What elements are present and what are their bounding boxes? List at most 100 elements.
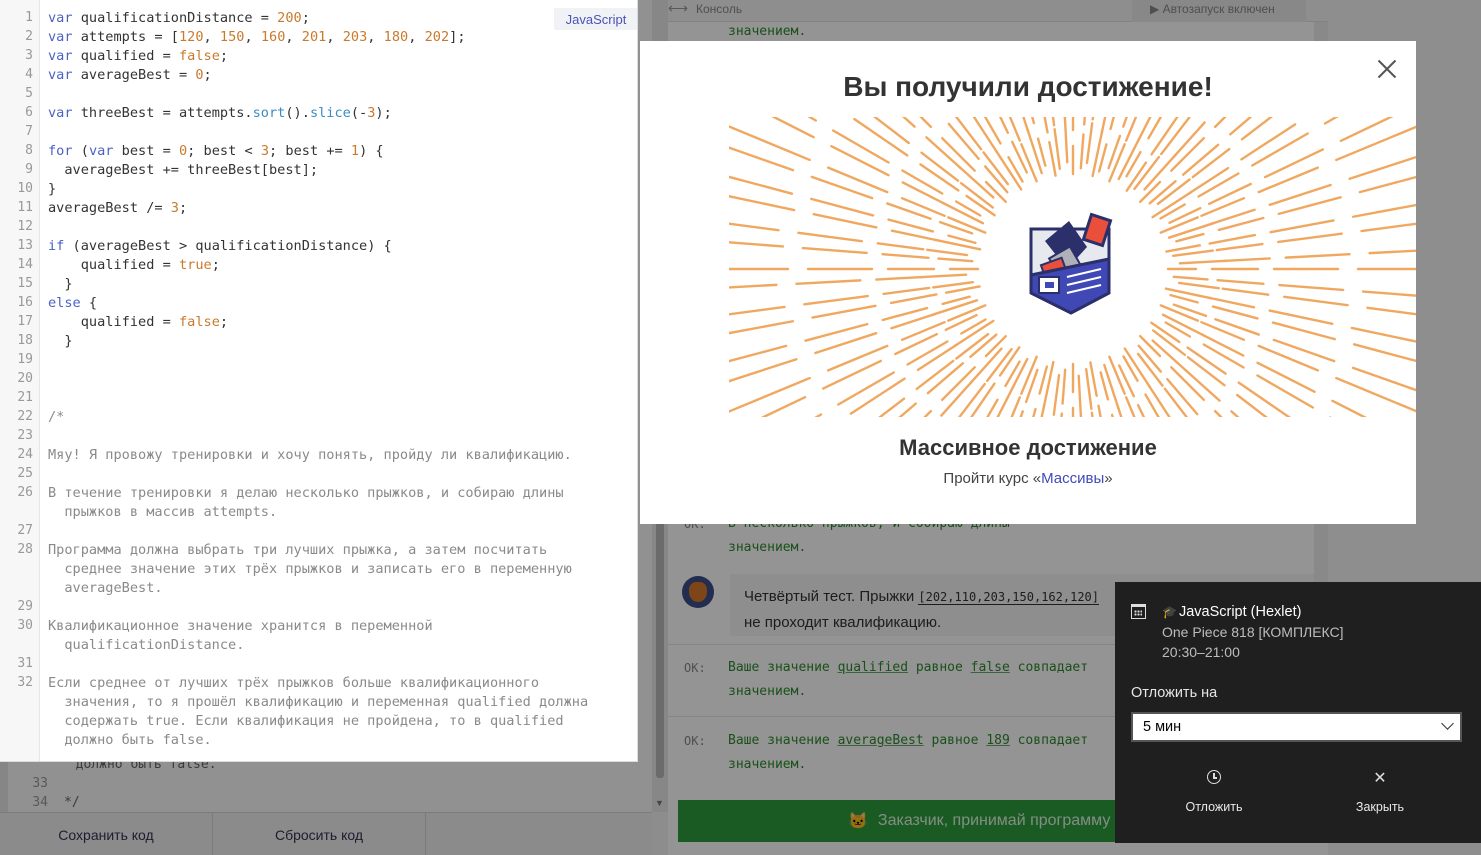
course-link[interactable]: Массивы — [1041, 470, 1104, 487]
burst-ray — [1240, 117, 1274, 141]
line-number: 26 — [17, 485, 33, 500]
burst-ray — [890, 229, 939, 242]
achievement-modal: Вы получили достижение! Массивное достиж… — [640, 41, 1416, 524]
line-number: 28 — [17, 542, 33, 557]
box-icon — [1029, 212, 1113, 315]
burst-ray — [812, 212, 878, 229]
line-number: 27 — [17, 523, 33, 538]
line-number: 5 — [25, 86, 33, 101]
burst-ray — [1368, 249, 1416, 255]
burst-ray — [729, 283, 778, 289]
burst-ray — [972, 117, 999, 154]
burst-ray — [900, 320, 946, 341]
burst-ray — [1221, 287, 1270, 296]
line-number: 30 — [17, 618, 33, 633]
burst-ray — [797, 231, 864, 243]
code-line: qualificationDistance. — [48, 637, 245, 653]
burst-ray — [1097, 404, 1102, 417]
burst-ray — [1089, 361, 1098, 398]
burst-ray — [938, 220, 974, 235]
burst-ray — [1085, 122, 1094, 165]
burst-ray — [795, 279, 862, 285]
code-line: } — [48, 276, 73, 292]
burst-ray — [932, 280, 975, 289]
code-line: else { — [48, 295, 98, 311]
code-line: /* — [48, 409, 65, 425]
line-number: 18 — [17, 333, 33, 348]
burst-ray — [1361, 290, 1416, 297]
code-line: averageBest /= 3; — [48, 200, 188, 216]
code-line: var averageBest = 0; — [48, 67, 212, 83]
burst-ray — [1051, 117, 1056, 127]
reminder-notification: 🎓 JavaScript (Hexlet) One Piece 818 [КОМП… — [1115, 582, 1481, 843]
achievement-name: Массивное достижение — [899, 435, 1157, 460]
burst-ray — [830, 145, 890, 177]
line-number: 23 — [17, 428, 33, 443]
burst-ray — [1335, 376, 1416, 413]
close-icon: ✕ — [1373, 770, 1387, 787]
close-icon[interactable] — [1375, 57, 1399, 81]
burst-ray — [876, 242, 925, 251]
line-number: 21 — [17, 390, 33, 405]
code-line: averageBest += threeBest[best]; — [48, 162, 319, 178]
burst-ray — [1352, 343, 1416, 363]
line-number: 12 — [17, 219, 33, 234]
snooze-duration-select[interactable]: 5 мин — [1131, 712, 1462, 742]
line-number: 6 — [25, 105, 33, 120]
burst-ray — [889, 293, 938, 305]
code-line: } — [48, 181, 57, 197]
burst-ray — [729, 376, 811, 413]
dismiss-button[interactable]: ✕ Закрыть — [1325, 768, 1435, 818]
line-number: 22 — [17, 409, 33, 424]
burst-ray — [771, 117, 815, 139]
line-number: 31 — [17, 656, 33, 671]
burst-ray — [810, 175, 874, 200]
burst-ray — [1331, 399, 1367, 417]
burst-ray — [926, 248, 969, 257]
line-number: 25 — [17, 466, 33, 481]
burst-ray — [729, 358, 798, 383]
code-editor[interactable]: 1 var qualificationDistance = 200; 2 var at… — [0, 0, 638, 762]
burst-ray — [1200, 197, 1246, 218]
code-line: var qualificationDistance = 200; — [48, 10, 310, 26]
line-number: 8 — [25, 143, 33, 158]
burst-ray — [1147, 117, 1163, 140]
code-line: } — [48, 333, 73, 349]
burst-ray — [1208, 233, 1257, 245]
code-line: var threeBest = attempts.sort().slice(-3… — [48, 105, 392, 121]
burst-ray — [923, 409, 933, 417]
burst-ray — [1171, 249, 1214, 258]
burst-ray — [898, 402, 917, 417]
burst-ray — [902, 117, 916, 128]
burst-ray — [1109, 117, 1115, 131]
language-badge: JavaScript — [554, 8, 637, 30]
burst-ray — [947, 234, 977, 245]
code-line: Если среднее от лучших трёх прыжков боль… — [48, 675, 540, 691]
burst-ray — [1278, 283, 1345, 292]
burst-ray — [1230, 410, 1240, 417]
code-line: содержать true. Если квалификация не про… — [48, 713, 564, 729]
burst-ray — [1211, 305, 1259, 320]
alarm-clock-icon — [1207, 770, 1221, 784]
achievement-burst-illustration — [729, 117, 1416, 417]
burst-ray — [1366, 306, 1416, 316]
burst-ray — [811, 304, 877, 319]
burst-ray — [729, 320, 795, 335]
burst-ray — [1360, 222, 1416, 233]
burst-ray — [1237, 381, 1291, 417]
burst-ray — [1284, 253, 1351, 259]
code-line: var attempts = [120, 150, 160, 201, 203,… — [48, 29, 466, 45]
burst-ray — [803, 294, 869, 306]
burst-ray — [849, 377, 906, 415]
burst-ray — [1348, 155, 1416, 180]
code-line: Мяу! Я провожу тренировки и хочу понять,… — [48, 447, 572, 463]
snooze-button[interactable]: Отложить — [1159, 768, 1269, 818]
burst-ray — [1038, 365, 1049, 395]
event-name: One Piece 818 [КОМПЛЕКС] — [1162, 624, 1344, 640]
burst-ray — [1052, 373, 1061, 416]
code-line: averageBest. — [48, 580, 163, 596]
burst-ray — [1271, 321, 1336, 341]
burst-ray — [1207, 296, 1256, 309]
code-line: for (var best = 0; best < 3; best += 1) … — [48, 143, 384, 159]
code-line: должно быть false. — [48, 732, 212, 748]
